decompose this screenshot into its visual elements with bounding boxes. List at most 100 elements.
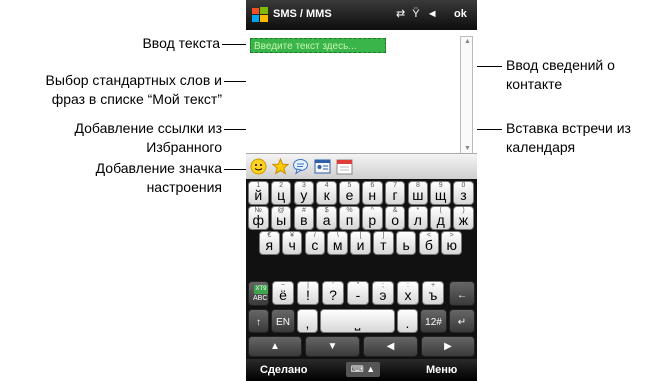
speech-bubble-icon[interactable] <box>292 158 309 175</box>
toolbar <box>246 153 477 179</box>
arrow-left-key[interactable]: ◀ <box>363 336 418 357</box>
comma-key[interactable]: , <box>297 309 318 333</box>
key-label: ? <box>329 287 337 303</box>
connectivity-icon[interactable]: ⇄ <box>396 8 407 20</box>
enter-icon: ↵ <box>457 317 467 328</box>
key-е[interactable]: 5е <box>339 181 360 205</box>
key-label: о <box>391 212 399 228</box>
xt9-key[interactable]: XT9 ABC <box>248 281 269 306</box>
message-area[interactable]: Введите текст здесь... ▲ ▼ <box>246 30 477 154</box>
callout-text-input: Ввод текста <box>142 35 220 51</box>
key-ч[interactable]: ¥ ч <box>281 231 303 255</box>
menu-button[interactable]: Меню <box>426 364 457 376</box>
key-label: ф <box>252 212 265 228</box>
callout-calendar-line1: Вставка встречи из <box>506 120 631 136</box>
callout-my-text: Выбор стандартных слов и фраз в списке “… <box>0 71 222 109</box>
callout-my-text-line2: фраз в списке “Мой текст” <box>51 91 222 107</box>
space-icon: ⎵ <box>354 314 361 330</box>
key-ж[interactable]: ) ж <box>453 206 474 230</box>
arrow-left-icon: ◀ <box>386 341 395 352</box>
key-label: р <box>368 212 377 228</box>
backspace-key[interactable]: ← <box>449 281 475 306</box>
xt9-label: XT9 <box>254 285 268 294</box>
arrow-up-key[interactable]: ▲ <box>248 336 302 357</box>
signal-icon[interactable]: Ÿ <box>412 8 421 20</box>
windows-start-icon[interactable] <box>251 6 269 24</box>
key-о[interactable]: & о <box>384 206 406 230</box>
abc-label: ABC <box>253 295 268 302</box>
key-а[interactable]: $ а <box>316 206 337 230</box>
shift-key[interactable]: ↑ <box>248 309 269 333</box>
key-б[interactable]: < б <box>418 231 440 255</box>
arrow-down-key[interactable]: ▼ <box>305 336 360 357</box>
arrow-right-key[interactable]: ▶ <box>421 336 475 357</box>
key--[interactable]: " - <box>347 281 369 305</box>
space-key[interactable]: ⎵ <box>320 309 395 333</box>
callout-my-text-line1: Выбор стандартных слов и <box>45 72 222 88</box>
callout-favorites-line2: Избранного <box>146 139 222 155</box>
shift-arrow-icon: ↑ <box>256 317 261 328</box>
backspace-icon: ← <box>457 290 467 301</box>
key-label: д <box>436 212 445 228</box>
key-д[interactable]: (д <box>430 206 451 230</box>
callout-mood-line1: Добавление значка <box>95 160 222 176</box>
callout-contact-line2: контакте <box>506 76 563 92</box>
numbers-key[interactable]: 12# <box>420 309 447 333</box>
message-input[interactable]: Введите текст здесь... <box>250 38 386 53</box>
key-т[interactable]: ] т <box>373 231 394 255</box>
ok-button[interactable]: ok <box>454 8 467 20</box>
window-title: SMS / MMS <box>273 8 332 20</box>
key-ъ[interactable]: + ъ <box>422 281 444 305</box>
scroll-down-icon[interactable]: ▼ <box>464 145 471 152</box>
key-label: я <box>265 237 274 253</box>
key-label: щ <box>434 187 447 203</box>
smiley-icon[interactable] <box>250 158 267 175</box>
key-label: а <box>322 212 331 228</box>
key-?[interactable]: '? <box>322 281 344 305</box>
key-п[interactable]: % п <box>339 206 360 230</box>
key-з[interactable]: 0з <box>453 181 474 205</box>
key-г[interactable]: 7г <box>384 181 406 205</box>
scrollbar[interactable]: ▲ ▼ <box>460 36 473 154</box>
period-key[interactable]: . <box>397 309 418 333</box>
key-у[interactable]: 3у <box>293 181 315 205</box>
key-![interactable]: |! <box>297 281 319 305</box>
phone-screen: SMS / MMS ⇄ Ÿ ◄ ok Введите текст здесь..… <box>246 0 477 381</box>
key-ф[interactable]: № ф <box>248 206 269 230</box>
key-к[interactable]: 4к <box>316 181 337 205</box>
keyboard-toggle-icon[interactable]: ⌨ ▲ <box>346 362 380 377</box>
enter-key[interactable]: ↵ <box>449 309 475 333</box>
key-м[interactable]: \ м <box>327 231 348 255</box>
key-в[interactable]: # в <box>293 206 315 230</box>
key-й[interactable]: 1й <box>248 181 269 205</box>
key-ю[interactable]: > ю <box>441 231 462 255</box>
key-н[interactable]: 6н <box>362 181 383 205</box>
key-ш[interactable]: 8ш <box>407 181 429 205</box>
scroll-up-icon[interactable]: ▲ <box>464 38 471 45</box>
key-э[interactable]: ; э <box>372 281 394 305</box>
done-button[interactable]: Сделано <box>260 364 308 376</box>
key-л[interactable]: * л <box>407 206 429 230</box>
arrow-down-icon: ▼ <box>327 341 338 352</box>
arrow-up-icon: ▲ <box>270 341 280 352</box>
calendar-icon[interactable] <box>336 158 353 175</box>
contact-card-icon[interactable] <box>314 158 331 175</box>
key-ы[interactable]: @ ы <box>270 206 292 230</box>
key-я[interactable]: € я <box>259 231 280 255</box>
key-х[interactable]: :х <box>397 281 419 305</box>
key-ё[interactable]: ~ ё <box>272 281 294 305</box>
key-ь[interactable]: ь <box>395 231 417 255</box>
key-ц[interactable]: 2ц <box>270 181 292 205</box>
period-label: . <box>405 315 410 331</box>
callout-mood: Добавление значка настроения <box>20 159 222 197</box>
volume-icon[interactable]: ◄ <box>427 8 440 20</box>
language-key[interactable]: EN <box>271 309 295 333</box>
key-label: э <box>379 287 387 303</box>
key-р[interactable]: ^ р <box>362 206 383 230</box>
key-щ[interactable]: 9щ <box>430 181 451 205</box>
star-icon[interactable] <box>272 158 289 175</box>
key-label: й <box>254 187 263 203</box>
key-label: ь <box>402 237 410 253</box>
key-и[interactable]: [и <box>350 231 371 255</box>
key-с[interactable]: / с <box>304 231 326 255</box>
